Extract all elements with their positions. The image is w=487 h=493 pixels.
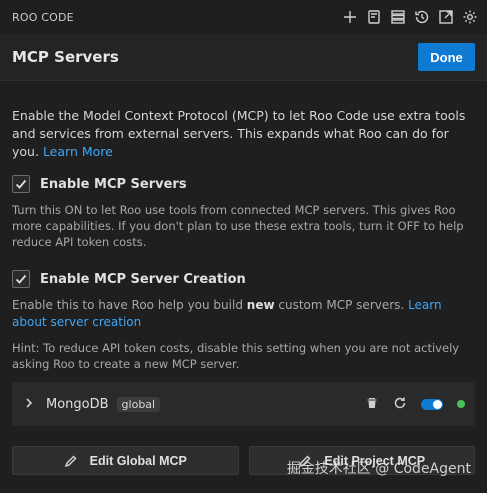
server-name: MongoDB — [46, 396, 109, 412]
enable-creation-checkbox[interactable] — [12, 270, 30, 288]
checkmark-icon — [15, 274, 27, 284]
enable-servers-row[interactable]: Enable MCP Servers — [12, 175, 475, 193]
trash-icon[interactable] — [365, 395, 379, 414]
refresh-icon[interactable] — [393, 395, 407, 414]
gear-icon[interactable] — [461, 8, 479, 26]
enable-creation-row[interactable]: Enable MCP Server Creation — [12, 270, 475, 288]
settings-content: Enable the Model Context Protocol (MCP) … — [12, 81, 475, 372]
enable-servers-description: Turn this ON to let Roo use tools from c… — [12, 203, 464, 249]
history-panel-icon[interactable] — [365, 8, 383, 26]
plus-icon[interactable] — [341, 8, 359, 26]
creation-desc-bold: new — [246, 298, 275, 312]
intro-text: Enable the Model Context Protocol (MCP) … — [12, 107, 475, 161]
enable-servers-checkbox[interactable] — [12, 175, 30, 193]
page-header: MCP Servers Done — [0, 34, 487, 81]
enable-creation-description: Enable this to have Roo help you build n… — [12, 297, 475, 331]
status-dot — [457, 400, 465, 408]
server-enabled-toggle[interactable] — [421, 398, 443, 410]
chevron-right-icon[interactable] — [22, 395, 36, 414]
enable-servers-label: Enable MCP Servers — [40, 176, 187, 192]
edit-global-mcp-button[interactable]: Edit Global MCP — [12, 446, 239, 475]
creation-desc-pre: Enable this to have Roo help you build — [12, 298, 243, 312]
pencil-icon — [64, 454, 77, 467]
top-bar: ROO CODE — [0, 0, 487, 34]
done-button[interactable]: Done — [418, 43, 475, 71]
history-icon[interactable] — [413, 8, 431, 26]
server-card[interactable]: MongoDB global — [12, 382, 475, 426]
creation-hint: Hint: To reduce API token costs, disable… — [12, 341, 460, 371]
scope-badge: global — [116, 396, 161, 412]
page-title: MCP Servers — [12, 48, 119, 66]
app-title: ROO CODE — [12, 10, 74, 24]
enable-creation-label: Enable MCP Server Creation — [40, 271, 246, 287]
toolbar-icons — [341, 8, 479, 26]
watermark: 掘金技术社区 @ CodeAgent — [286, 461, 471, 477]
server-stack-icon[interactable] — [389, 8, 407, 26]
edit-global-label: Edit Global MCP — [89, 453, 187, 468]
server-actions — [365, 395, 465, 414]
creation-desc-post: custom MCP servers. — [278, 298, 405, 312]
checkmark-icon — [15, 179, 27, 189]
popout-icon[interactable] — [437, 8, 455, 26]
learn-more-link[interactable]: Learn More — [43, 144, 113, 159]
